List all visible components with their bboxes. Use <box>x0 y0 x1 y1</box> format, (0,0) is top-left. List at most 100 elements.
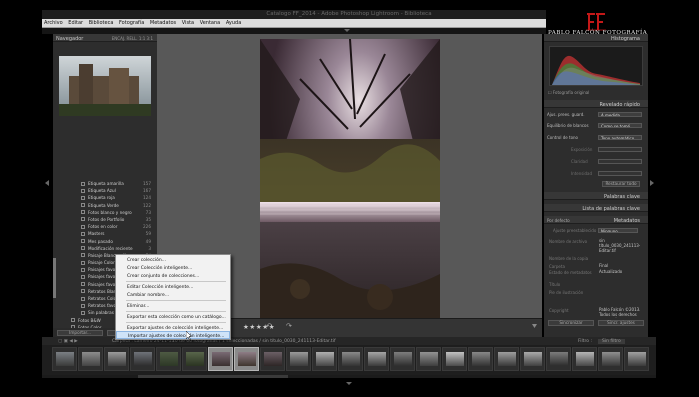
menu-biblioteca[interactable]: Biblioteca <box>87 19 116 26</box>
metadata-preset[interactable]: Por defecto <box>547 216 587 223</box>
filmstrip[interactable] <box>42 345 656 375</box>
collapse-bottom-icon[interactable] <box>346 382 352 386</box>
keywords-header[interactable]: Palabras clave <box>544 192 648 200</box>
menu-ayuda[interactable]: Ayuda <box>224 19 243 26</box>
keyword-list-header[interactable]: Lista de palabras clave <box>544 204 648 212</box>
menu-create-smart-collection[interactable]: Crear Colección inteligente... <box>116 264 230 272</box>
reset-all-button[interactable]: Restaurar todo <box>602 181 640 187</box>
list-item[interactable]: Masters 59 <box>53 230 157 237</box>
list-item[interactable]: Fotos blanco y negro 73 <box>53 209 157 216</box>
smart-collection-icon <box>81 231 85 236</box>
filmstrip-thumb[interactable] <box>546 347 571 371</box>
navigator-zoom-modes[interactable]: ENCAJ. RELL. 1:1 3:1 <box>112 36 153 41</box>
toolbar-menu-icon[interactable] <box>532 324 537 330</box>
menu-rename[interactable]: Cambiar nombre... <box>116 291 230 299</box>
filmstrip-thumb[interactable] <box>312 347 337 371</box>
filmstrip-thumb-selected[interactable] <box>208 347 233 371</box>
filmstrip-thumb[interactable] <box>52 347 77 371</box>
menu-archivo[interactable]: Archivo <box>42 19 65 26</box>
filmstrip-thumb[interactable] <box>364 347 389 371</box>
qd-preset-select[interactable]: A medida <box>598 111 642 117</box>
menu-vista[interactable]: Vista <box>180 19 196 26</box>
filmstrip-thumb[interactable] <box>520 347 545 371</box>
filmstrip-thumb[interactable] <box>182 347 207 371</box>
list-item[interactable]: Mes pasado 49 <box>53 238 157 245</box>
qd-vibrance-row[interactable]: Intensidad <box>547 170 645 177</box>
menu-create-collection[interactable]: Crear colección... <box>116 256 230 264</box>
filter-select[interactable]: Sin filtro <box>598 338 625 344</box>
rotate-left-icon[interactable]: ↶ <box>266 322 272 330</box>
list-item[interactable]: Etiqueta Azul 167 <box>53 187 157 194</box>
menu-separator <box>126 311 226 312</box>
filmstrip-thumb-selected[interactable] <box>234 347 259 371</box>
qd-wb-row[interactable]: Equilibrio de blancos Como se tomó <box>547 122 645 129</box>
qd-tone-row[interactable]: Control de tono Tono automático <box>547 134 645 141</box>
filmstrip-thumb[interactable] <box>572 347 597 371</box>
menu-fotografia[interactable]: Fotografía <box>117 19 146 26</box>
sync-button[interactable]: Sincronizar <box>548 319 594 326</box>
smart-collection-icon <box>81 310 85 315</box>
sync-settings-button[interactable]: Sincr. ajustes <box>598 319 644 326</box>
filmstrip-thumb[interactable] <box>286 347 311 371</box>
qd-wb-select[interactable]: Como se tomó <box>598 122 642 128</box>
menu-metadatos[interactable]: Metadatos <box>148 19 178 26</box>
filmstrip-scroll-track[interactable] <box>42 375 656 378</box>
list-item[interactable]: Etiqueta Verde 122 <box>53 202 157 209</box>
collapse-top-icon[interactable] <box>344 29 350 33</box>
filmstrip-thumb[interactable] <box>156 347 181 371</box>
qd-vibrance-buttons[interactable] <box>598 170 642 176</box>
filmstrip-thumb[interactable] <box>78 347 103 371</box>
filmstrip-thumb[interactable] <box>260 347 285 371</box>
filmstrip-thumb[interactable] <box>442 347 467 371</box>
rotate-right-icon[interactable]: ↷ <box>286 322 292 330</box>
list-item[interactable]: Fotos de Portfolio 35 <box>53 216 157 223</box>
menu-create-collection-set[interactable]: Crear conjunto de colecciones... <box>116 272 230 280</box>
metadata-preset-select[interactable]: Ninguno <box>598 227 638 233</box>
qd-exposure-label: Exposición <box>571 147 593 152</box>
menu-ventana[interactable]: Ventana <box>198 19 223 26</box>
list-item[interactable]: Etiqueta amarilla 157 <box>53 180 157 187</box>
qd-vibrance-label: Intensidad <box>571 171 593 176</box>
filmstrip-thumb[interactable] <box>624 347 649 371</box>
filmstrip-thumb[interactable] <box>416 347 441 371</box>
filmstrip-thumb[interactable] <box>494 347 519 371</box>
filmstrip-scrollbar[interactable] <box>138 375 288 378</box>
menu-editar[interactable]: Editar <box>66 19 85 26</box>
navigator-preview[interactable] <box>59 56 151 116</box>
menu-import-smart-settings[interactable]: Importar ajustes de colección inteligent… <box>116 331 230 339</box>
menu-edit-smart-collection[interactable]: Editar Colección inteligente... <box>116 283 230 291</box>
list-item[interactable]: Etiqueta roja 124 <box>53 194 157 201</box>
filmstrip-thumb[interactable] <box>104 347 129 371</box>
right-edge[interactable] <box>648 34 656 337</box>
qd-tone-button[interactable]: Tono automático <box>598 134 642 140</box>
menu-delete[interactable]: Eliminar... <box>116 302 230 310</box>
original-photo-checkbox[interactable]: ☐ Fotografía original <box>548 90 589 95</box>
menu-separator <box>126 281 226 282</box>
left-scrollbar[interactable] <box>53 258 56 298</box>
collapse-right-icon[interactable] <box>650 180 655 186</box>
qd-clarity-row[interactable]: Claridad <box>547 158 645 165</box>
navigator-header[interactable]: Navegador ENCAJ. RELL. 1:1 3:1 <box>53 34 157 42</box>
filmstrip-thumb[interactable] <box>468 347 493 371</box>
filmstrip-thumb[interactable] <box>390 347 415 371</box>
metadata-preset-row[interactable]: Ajuste preestablecido Ninguno <box>547 227 645 234</box>
main-photo[interactable] <box>260 39 440 318</box>
collapse-left-icon[interactable] <box>45 180 50 186</box>
qd-wb-label: Equilibrio de blancos <box>547 123 589 128</box>
histogram-header[interactable]: Histograma <box>544 34 648 42</box>
qd-exposure-row[interactable]: Exposición <box>547 146 645 153</box>
list-item[interactable]: Fotos en color 226 <box>53 223 157 230</box>
filmstrip-thumb[interactable] <box>598 347 623 371</box>
list-item[interactable]: Modificación reciente 3 <box>53 245 157 252</box>
qd-exposure-buttons[interactable] <box>598 146 642 152</box>
import-button[interactable]: Importar... <box>57 329 103 336</box>
view-toggle-icons[interactable]: ▢ ▣ ◀ ▶ <box>58 339 78 344</box>
filmstrip-thumb[interactable] <box>130 347 155 371</box>
menu-export-catalog[interactable]: Exportar esta colección como un catálogo… <box>116 313 230 321</box>
left-edge[interactable] <box>42 34 53 337</box>
qd-preset-row[interactable]: Ajus. prees. guard. A medida <box>547 111 645 118</box>
smart-collection-icon <box>81 210 85 215</box>
quick-develop-header[interactable]: Revelado rápido <box>544 100 648 108</box>
filmstrip-thumb[interactable] <box>338 347 363 371</box>
qd-clarity-buttons[interactable] <box>598 158 642 164</box>
